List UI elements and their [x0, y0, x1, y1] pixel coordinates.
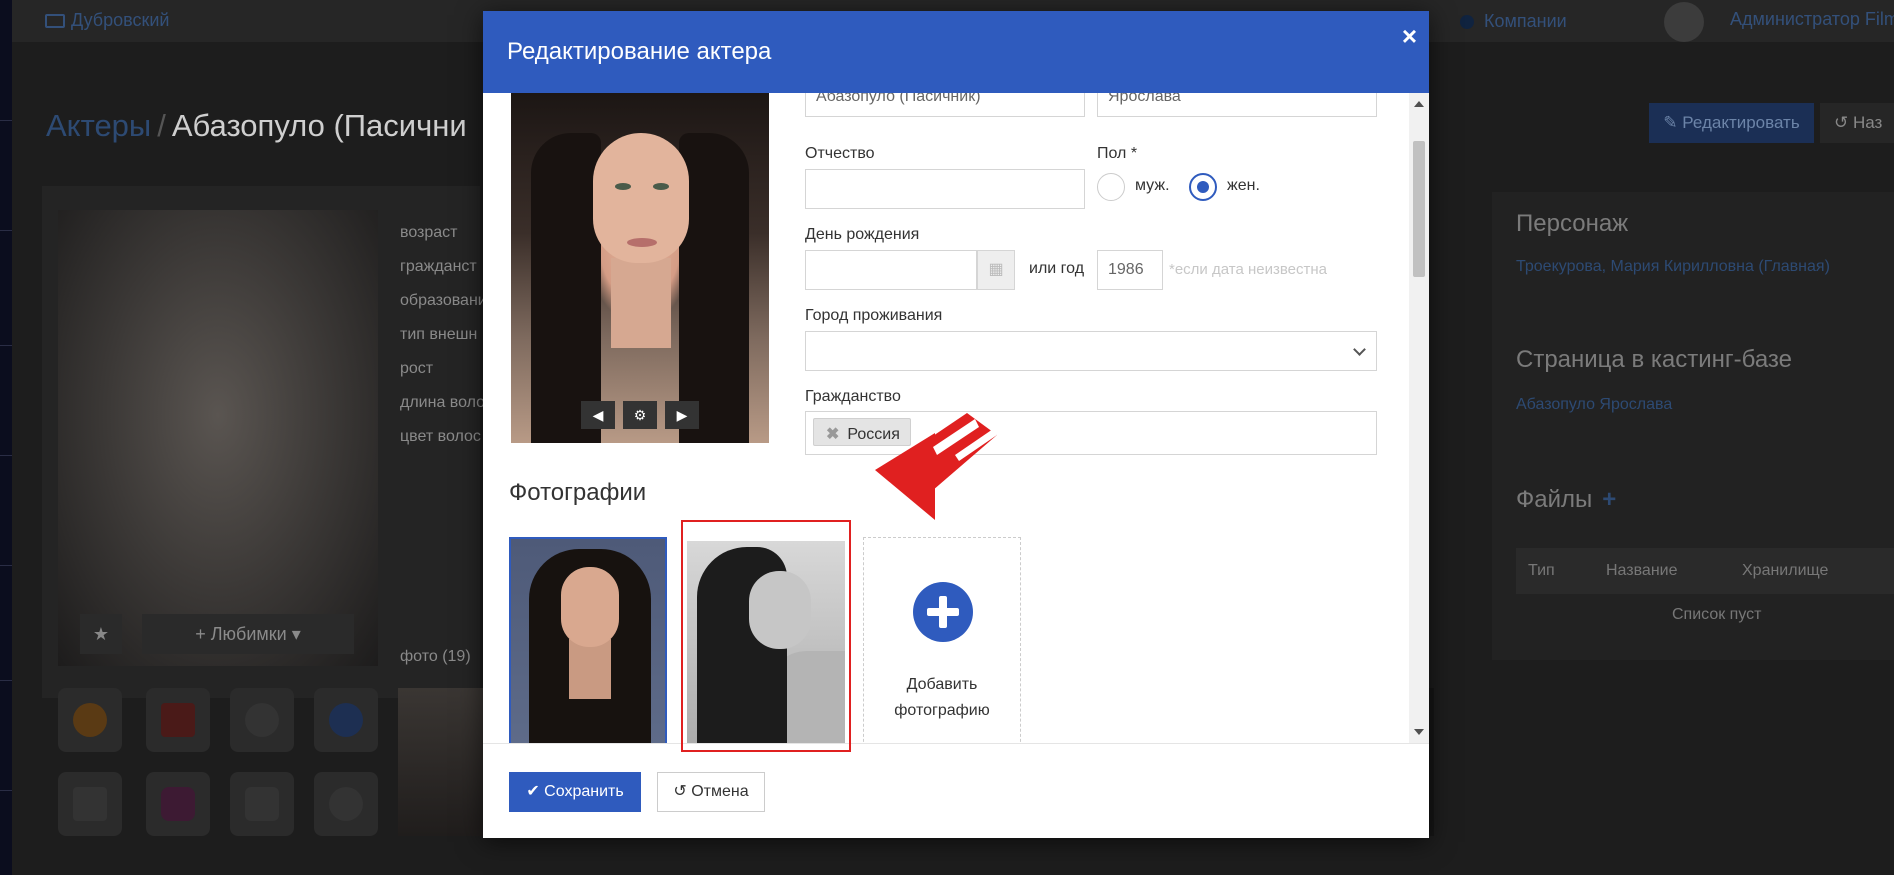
avatar[interactable] [1664, 2, 1704, 42]
page-title: Абазопуло (Пасични [171, 108, 467, 143]
city-label: Город проживания [805, 307, 943, 324]
user-name[interactable]: Администратор Film [1730, 9, 1894, 30]
film-icon[interactable] [58, 688, 122, 752]
files-empty: Список пуст [1672, 606, 1762, 623]
cancel-button[interactable]: ↺ Отмена [657, 772, 765, 812]
youtube-icon[interactable] [230, 772, 294, 836]
scroll-down-icon[interactable] [1414, 729, 1424, 735]
back-button[interactable]: ↺ Наз [1820, 103, 1894, 143]
patronymic-field[interactable] [805, 169, 1085, 209]
modal-title: Редактирование актера [507, 38, 772, 65]
folder-icon [45, 14, 65, 28]
breadcrumb: Актеры / Абазопуло (Пасични [46, 108, 467, 143]
character-link[interactable]: Троекурова, Мария Кирилловна (Главная) [1516, 258, 1830, 276]
or-year-label: или год [1029, 260, 1085, 277]
patronymic-label: Отчество [805, 145, 875, 162]
files-table-header: Тип Название Хранилище [1516, 548, 1894, 594]
year-field[interactable]: 1986 [1097, 250, 1163, 290]
prev-photo-button[interactable]: ◀ [581, 401, 615, 429]
instagram-icon[interactable] [146, 772, 210, 836]
birthday-label: День рождения [805, 226, 920, 243]
photo-thumb-1[interactable] [509, 537, 667, 743]
theatre-icon[interactable] [146, 688, 210, 752]
gender-label: Пол * [1097, 145, 1138, 162]
gender-male-label: муж. [1135, 177, 1170, 194]
favorites-button[interactable]: + Любимки ▾ [142, 614, 354, 654]
character-title: Персонаж [1516, 210, 1629, 237]
surname-field[interactable]: Абазопуло (Пасичник) [805, 93, 1085, 117]
side-nav [0, 0, 12, 875]
star-button[interactable]: ★ [80, 614, 122, 654]
actor-portrait: ◀ ⚙ ▶ [511, 93, 769, 443]
website-icon[interactable] [314, 772, 378, 836]
actor-main-photo [58, 210, 378, 666]
photos-title: Фотографии [509, 479, 647, 506]
gender-male-radio[interactable] [1097, 173, 1125, 201]
right-panel: Персонаж Троекурова, Мария Кирилловна (Г… [1492, 192, 1894, 660]
citizenship-label: Гражданство [805, 388, 901, 405]
gender-female-radio[interactable] [1189, 173, 1217, 201]
scroll-thumb[interactable] [1413, 141, 1425, 277]
save-button[interactable]: ✔ Сохранить [509, 772, 641, 812]
brand-link[interactable]: Дубровский [45, 10, 169, 31]
edit-button[interactable]: ✎ Редактировать [1649, 103, 1814, 143]
casting-title: Страница в кастинг-базе [1516, 346, 1792, 373]
modal-scrollbar[interactable] [1409, 93, 1429, 743]
facebook-icon[interactable] [314, 688, 378, 752]
add-photo-button[interactable]: Добавить фотографию [863, 537, 1021, 743]
photo-count: фото (19) [400, 648, 471, 665]
modal-footer: ✔ Сохранить ↺ Отмена [483, 743, 1429, 838]
name-field[interactable]: Ярослава [1097, 93, 1377, 117]
next-photo-button[interactable]: ▶ [665, 401, 699, 429]
gender-female-label: жен. [1227, 177, 1260, 194]
globe-icon [1460, 15, 1474, 29]
photo-settings-button[interactable]: ⚙ [623, 401, 657, 429]
files-title: Файлы + [1516, 486, 1617, 513]
modal-header: Редактирование актера × [483, 11, 1429, 93]
year-hint: *если дата неизвестна [1169, 261, 1327, 278]
kinopoisk-icon[interactable] [230, 688, 294, 752]
actor-props: возраст гражданст образовани тип внешн рост д… [400, 224, 487, 445]
highlight-frame [681, 520, 851, 752]
city-select[interactable] [805, 331, 1377, 371]
vk-icon[interactable] [58, 772, 122, 836]
pointer-arrow-icon [875, 413, 997, 520]
nav-companies[interactable]: Компании [1460, 11, 1567, 32]
scroll-up-icon[interactable] [1414, 101, 1424, 107]
add-file-icon[interactable]: + [1602, 486, 1616, 513]
breadcrumb-actors-link[interactable]: Актеры [46, 108, 151, 143]
casting-link[interactable]: Абазопуло Ярослава [1516, 396, 1672, 414]
calendar-icon[interactable]: ▦ [977, 250, 1015, 290]
remove-tag-icon[interactable]: ✖ [826, 426, 839, 443]
close-icon[interactable]: × [1402, 23, 1417, 49]
birthday-field[interactable] [805, 250, 977, 290]
plus-circle-icon [913, 582, 973, 642]
